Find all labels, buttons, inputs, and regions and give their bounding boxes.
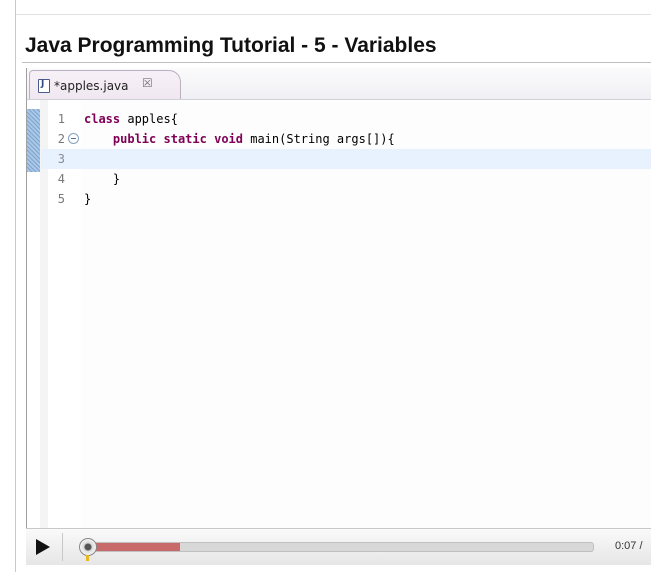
code-text: class apples{: [84, 109, 178, 129]
page-title: Java Programming Tutorial - 5 - Variable…: [25, 34, 437, 57]
code-line[interactable]: 2 public static void main(String args[])…: [27, 129, 651, 149]
tab-label: *apples.java: [54, 79, 129, 93]
code-text: }: [84, 169, 120, 189]
keyword-token: static: [163, 132, 207, 146]
progress-track[interactable]: [82, 542, 594, 552]
time-readout: 0:07 /: [615, 540, 643, 552]
code-text: public static void main(String args[]){: [84, 129, 395, 149]
line-number: 3: [57, 152, 65, 166]
scrubber-knob[interactable]: [79, 538, 97, 556]
keyword-token: public: [112, 132, 157, 146]
code-line[interactable]: 1 class apples{: [27, 109, 651, 129]
code-token: }: [84, 172, 121, 186]
left-divider: [15, 0, 16, 572]
code-text: }: [84, 189, 91, 209]
scrubber-pointer: [86, 555, 89, 561]
close-icon[interactable]: ☒: [142, 76, 153, 90]
code-line[interactable]: 3: [27, 149, 651, 169]
editor-tab-bar: J *apples.java ☒: [27, 68, 651, 100]
java-file-icon: J: [38, 79, 50, 93]
code-editor: J *apples.java ☒ 1 class apples{2 public …: [26, 68, 651, 528]
line-number: 2: [57, 132, 65, 146]
line-number: 1: [57, 112, 65, 126]
keyword-token: class: [84, 112, 121, 126]
line-number: 5: [57, 192, 65, 206]
code-token: apples{: [120, 112, 178, 126]
play-icon[interactable]: [36, 539, 50, 555]
tab-apples-java[interactable]: J *apples.java ☒: [29, 70, 181, 99]
progress-played: [83, 543, 180, 551]
code-line[interactable]: 5}: [27, 189, 651, 209]
video-player-controls: 0:07 /: [26, 528, 651, 565]
line-number: 4: [57, 172, 65, 186]
keyword-token: void: [214, 132, 243, 146]
control-divider: [62, 533, 63, 561]
top-divider: [16, 14, 651, 15]
code-token: }: [84, 192, 92, 206]
code-token: main(String args[]){: [243, 132, 395, 146]
title-underline: [22, 62, 651, 63]
code-line[interactable]: 4 }: [27, 169, 651, 189]
fold-collapse-icon[interactable]: [68, 133, 79, 144]
